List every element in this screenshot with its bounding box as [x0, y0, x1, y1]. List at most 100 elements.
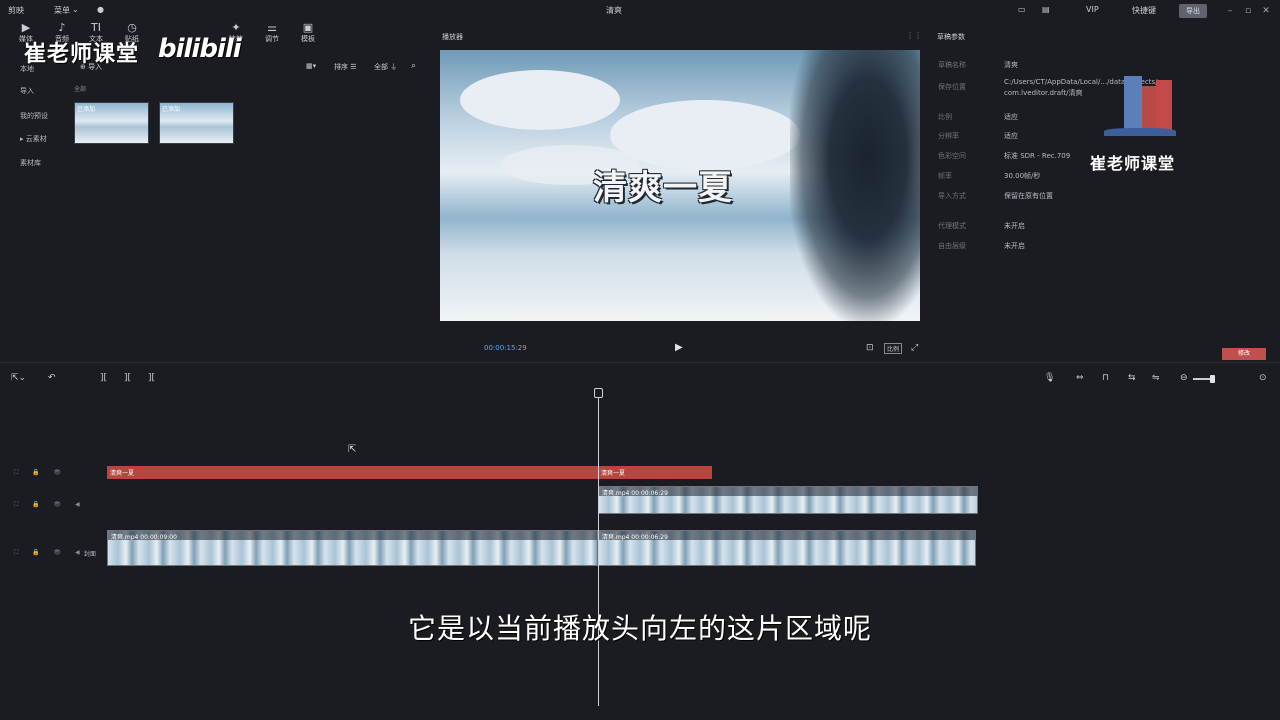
prop-value: 标准 SDR - Rec.709: [1004, 152, 1071, 160]
playhead-handle[interactable]: [594, 388, 603, 398]
sidebar-item-presets[interactable]: 我的预设: [20, 111, 48, 121]
view-toggle-icon[interactable]: ▦▾: [306, 62, 316, 70]
text-clip[interactable]: 清爽一夏: [598, 466, 712, 479]
snap-icon[interactable]: ⇆: [1128, 373, 1136, 383]
track-controls[interactable]: ⛶ 🔒 👁 ◀: [14, 501, 86, 509]
prop-key: 保存位置: [938, 83, 966, 91]
prop-key: 比例: [938, 113, 952, 121]
window-title: 清爽: [606, 6, 622, 15]
cover-label[interactable]: 封面: [84, 549, 96, 558]
clip-label: 清爽.mp4 00:00:09:00: [111, 534, 177, 541]
prop-value: 适应: [1004, 113, 1018, 121]
microphone-icon[interactable]: 🎙: [1044, 373, 1055, 383]
sidebar-item-local[interactable]: 本地: [20, 64, 34, 74]
clip-header: 清爽.mp4 00:00:09:00: [108, 531, 597, 541]
school-logo-text: 崔老师课堂: [1090, 154, 1176, 173]
player-timecode: 00:00:15:29: [484, 344, 527, 352]
media-panel: [0, 22, 426, 362]
clip-label: 清爽.mp4 00:00:06:29: [602, 534, 668, 541]
sidebar-item-cloud[interactable]: ▸ 云素材: [20, 134, 47, 144]
prop-key: 自由层级: [938, 242, 966, 250]
import-button[interactable]: ⊕ 导入: [80, 62, 102, 72]
sort-label: 排序: [334, 63, 348, 71]
maximize-icon[interactable]: ▫: [1242, 5, 1254, 17]
logo-book: [1104, 128, 1176, 136]
text-clip[interactable]: 清爽一夏: [107, 466, 598, 479]
split-icon[interactable]: ][: [100, 373, 107, 383]
clip-label: 清爽一夏: [601, 470, 626, 477]
layout-icon[interactable]: ▭: [1018, 5, 1026, 14]
audio-icon: ♪: [58, 21, 66, 34]
palm-tree-shape: [790, 50, 920, 321]
clip-header: 清爽.mp4 00:00:06:29: [599, 487, 977, 497]
all-filter-button[interactable]: 全部 ⏚: [374, 62, 397, 72]
track-controls[interactable]: ⛶ 🔒 👁 ◀: [14, 549, 86, 557]
template-icon: ▣: [302, 21, 314, 34]
prop-value: 适应: [1004, 132, 1018, 140]
thumb-label: 已添加: [162, 106, 181, 113]
undo-icon[interactable]: ↶: [48, 373, 56, 383]
video-overlay-text: 清爽一夏: [593, 168, 733, 208]
tool-adjust[interactable]: ⚌ 调节: [258, 22, 286, 44]
select-tool-icon[interactable]: ⇱⌄: [11, 373, 26, 383]
menu-button[interactable]: 菜单: [54, 5, 70, 16]
sidebar-item-library[interactable]: 素材库: [20, 158, 41, 168]
media-icon: ▶: [21, 21, 31, 34]
prop-value: com.lveditor.draft/清爽: [1004, 89, 1083, 97]
chevron-down-icon[interactable]: ⌄: [72, 5, 79, 14]
split-right-icon[interactable]: ][: [148, 373, 155, 383]
menu-dots-icon[interactable]: ⋮⋮: [906, 31, 922, 40]
prop-key: 色彩空间: [938, 152, 966, 160]
add-icon: ⊕: [80, 63, 89, 71]
video-clip[interactable]: 清爽.mp4 00:00:09:00: [107, 530, 598, 566]
media-thumbnail[interactable]: 已添加: [159, 102, 234, 144]
clip-label: 清爽一夏: [110, 470, 135, 477]
sort-button[interactable]: 排序 ☰: [334, 62, 357, 72]
play-icon[interactable]: ▶: [675, 342, 683, 353]
prop-value: 未开启: [1004, 242, 1025, 250]
status-dot-icon: ●: [97, 5, 104, 14]
split-left-icon[interactable]: ][: [124, 373, 131, 383]
thumb-label: 已添加: [77, 106, 96, 113]
video-clip[interactable]: 清爽.mp4 00:00:06:29: [598, 530, 976, 566]
sidebar-item-import[interactable]: 导入: [20, 86, 34, 96]
tool-label: 模板: [301, 35, 315, 43]
filter-label: 全部: [74, 86, 87, 93]
track-controls[interactable]: ⛶ 🔒 👁: [14, 469, 67, 477]
magnet-icon[interactable]: ⊓: [1102, 373, 1109, 383]
video-clip[interactable]: 清爽.mp4 00:00:06:29: [598, 486, 978, 514]
ratio-button[interactable]: 比例: [884, 343, 903, 354]
minimize-icon[interactable]: –: [1224, 5, 1236, 17]
prop-key: 导入方式: [938, 192, 966, 200]
tool-label: 调节: [265, 35, 279, 43]
fit-icon[interactable]: ⊡: [866, 343, 874, 353]
export-button[interactable]: 导出: [1179, 4, 1207, 18]
cursor-icon: ⇱: [348, 444, 357, 455]
prop-key: 代理模式: [938, 222, 966, 230]
prop-value: 未开启: [1004, 222, 1025, 230]
effects-icon: ✦: [231, 21, 241, 34]
preview-axis-icon[interactable]: ⇋: [1152, 373, 1160, 383]
media-thumbnail[interactable]: 已添加: [74, 102, 149, 144]
close-icon[interactable]: ✕: [1260, 5, 1272, 17]
vip-button[interactable]: VIP: [1086, 5, 1099, 14]
link-icon[interactable]: ⇔: [1076, 373, 1084, 383]
tool-template[interactable]: ▣ 模板: [294, 22, 322, 44]
prop-key: 草稿名称: [938, 61, 966, 69]
zoom-fit-icon[interactable]: ⊙: [1259, 373, 1267, 383]
prop-key: 帧率: [938, 172, 952, 180]
prop-value: 保留在原有位置: [1004, 192, 1053, 200]
fullscreen-icon[interactable]: ⤢: [911, 343, 918, 353]
video-subtitle: 它是以当前播放头向左的这片区域呢: [407, 612, 872, 645]
search-icon[interactable]: ⌕: [411, 61, 416, 71]
settings-icon[interactable]: ▤: [1042, 5, 1050, 14]
modify-button[interactable]: 修改: [1222, 348, 1266, 360]
app-logo: 剪映: [8, 6, 24, 15]
shortcut-button[interactable]: 快捷键: [1132, 5, 1156, 16]
adjust-icon: ⚌: [267, 21, 277, 34]
school-logo: [1098, 66, 1184, 136]
text-icon: TI: [91, 21, 101, 34]
zoom-slider-handle[interactable]: [1210, 375, 1215, 383]
zoom-out-icon[interactable]: ⊖: [1180, 373, 1188, 383]
playhead-line[interactable]: [598, 394, 599, 706]
